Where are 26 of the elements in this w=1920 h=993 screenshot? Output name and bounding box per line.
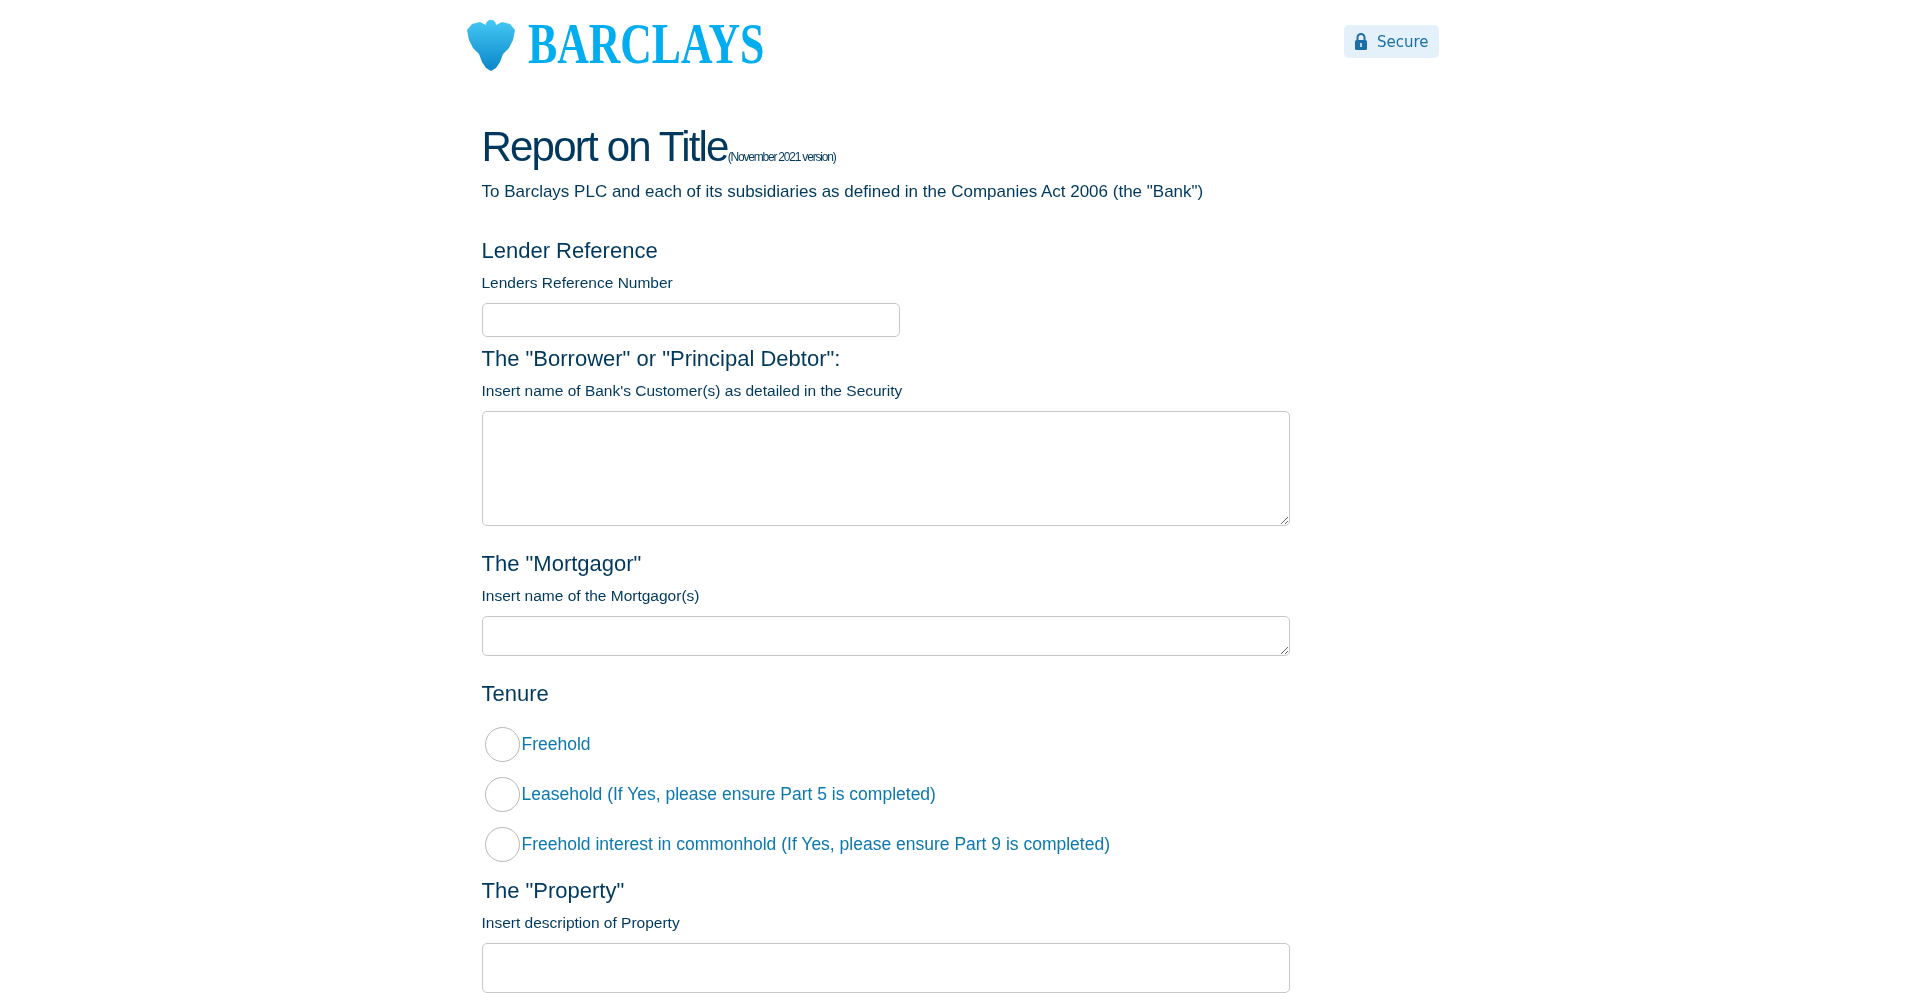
- field-label: Insert name of the Mortgagor(s): [481, 586, 700, 606]
- intro-text: To Barclays PLC and each of its subsidiaries as defined in the Companies Act 2006 (the "Bank"): [481, 182, 1205, 202]
- text-input[interactable]: [481, 303, 900, 337]
- page-title: Report on Title: [481, 123, 728, 170]
- text-area-field[interactable]: [481, 616, 1290, 656]
- section-heading: The "Borrower" or "Principal Debtor":: [481, 346, 841, 372]
- field-label: Lenders Reference Number: [481, 273, 673, 293]
- version-note: (November 2021 version): [727, 150, 836, 164]
- padlock-icon: [1354, 33, 1367, 50]
- section-heading: The "Property": [481, 878, 625, 904]
- radio-button[interactable]: [484, 776, 520, 812]
- brand-logo-text: BARCLAYS: [527, 18, 764, 70]
- radio-label[interactable]: Freehold: [521, 733, 591, 755]
- radio-button[interactable]: [484, 726, 520, 762]
- section-heading: Tenure: [481, 681, 549, 707]
- section-heading: Lender Reference: [481, 238, 658, 264]
- eagle-logo-icon: [466, 18, 515, 71]
- radio-label[interactable]: Leasehold (If Yes, please ensure Part 5 is completed): [521, 783, 936, 805]
- field-label: Insert name of Bank's Customer(s) as detailed in the Security: [481, 381, 903, 401]
- text-area-field[interactable]: [481, 943, 1290, 993]
- radio-button[interactable]: [484, 826, 520, 862]
- secure-label: Secure: [1376, 32, 1429, 51]
- radio-label[interactable]: Freehold interest in commonhold (If Yes, please ensure Part 9 is completed): [521, 833, 1110, 855]
- section-heading: The "Mortgagor": [481, 551, 642, 577]
- text-area-field[interactable]: [481, 411, 1290, 526]
- field-label: Insert description of Property: [481, 913, 680, 933]
